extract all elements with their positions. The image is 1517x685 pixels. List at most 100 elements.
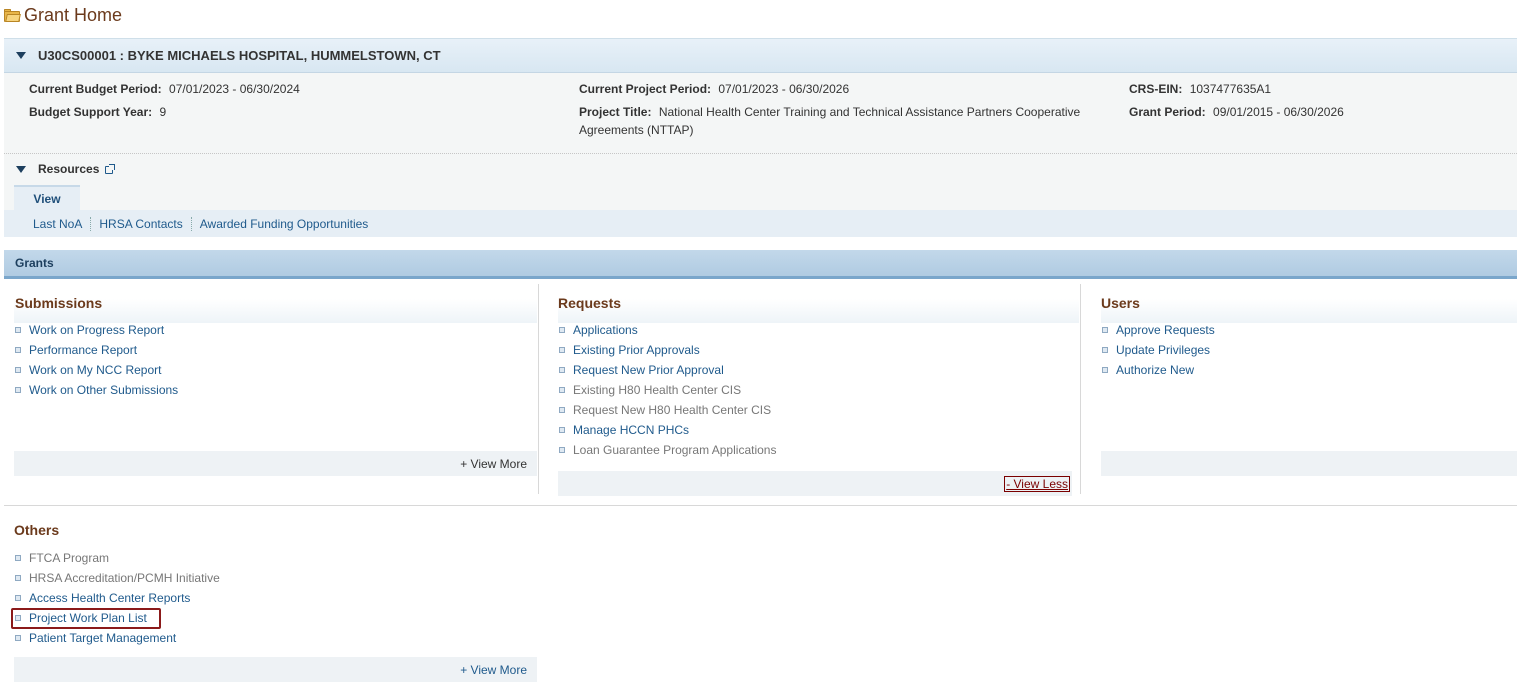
list-item: HRSA Accreditation/PCMH Initiative bbox=[14, 568, 220, 588]
last-noa-link[interactable]: Last NoA bbox=[33, 217, 82, 231]
column-divider bbox=[538, 284, 539, 494]
crs-ein-label: CRS-EIN: bbox=[1129, 82, 1183, 96]
list-item[interactable]: Work on My NCC Report bbox=[14, 360, 537, 380]
project-title-label: Project Title: bbox=[579, 105, 652, 119]
applications-link[interactable]: Applications bbox=[573, 323, 638, 337]
tab-view[interactable]: View bbox=[14, 185, 80, 210]
crs-ein-value: 1037477635A1 bbox=[1189, 82, 1272, 96]
bullet-icon bbox=[15, 635, 21, 641]
list-item[interactable]: Access Health Center Reports bbox=[14, 588, 220, 608]
submissions-column: Submissions Work on Progress Report Perf… bbox=[14, 283, 537, 400]
crs-ein: CRS-EIN: 1037477635A1 bbox=[1129, 80, 1271, 98]
manage-hccn-phcs-link[interactable]: Manage HCCN PHCs bbox=[573, 423, 689, 437]
list-item[interactable]: Applications bbox=[558, 320, 1079, 340]
users-column: Users Approve Requests Update Privileges… bbox=[1101, 283, 1517, 380]
section-divider bbox=[4, 505, 1517, 506]
bullet-icon bbox=[559, 347, 565, 353]
grant-panel: U30CS00001 : BYKE MICHAELS HOSPITAL, HUM… bbox=[4, 38, 1517, 237]
resources-label[interactable]: Resources bbox=[38, 162, 99, 176]
bullet-icon bbox=[15, 367, 21, 373]
hrsa-contacts-link[interactable]: HRSA Contacts bbox=[99, 217, 182, 231]
request-new-prior-approval-link[interactable]: Request New Prior Approval bbox=[573, 363, 724, 377]
bullet-icon bbox=[1102, 367, 1108, 373]
requests-view-less-link[interactable]: - View Less bbox=[1004, 475, 1070, 492]
patient-target-management-link[interactable]: Patient Target Management bbox=[29, 631, 176, 645]
project-title-value-line1: National Health Center Training and Tech… bbox=[658, 105, 1081, 119]
link-separator bbox=[190, 216, 192, 231]
collapse-triangle-icon[interactable] bbox=[16, 52, 26, 59]
list-item[interactable]: Work on Other Submissions bbox=[14, 380, 537, 400]
highlight-annotation-box bbox=[11, 608, 161, 629]
resources-divider bbox=[4, 153, 1517, 154]
current-budget-period: Current Budget Period: 07/01/2023 - 06/3… bbox=[29, 80, 300, 98]
grant-header-title: U30CS00001 : BYKE MICHAELS HOSPITAL, HUM… bbox=[38, 48, 441, 63]
existing-prior-approvals-link[interactable]: Existing Prior Approvals bbox=[573, 343, 700, 357]
resources-collapse-icon[interactable] bbox=[16, 165, 26, 173]
requests-list: Applications Existing Prior Approvals Re… bbox=[558, 320, 1079, 460]
list-item[interactable]: Existing Prior Approvals bbox=[558, 340, 1079, 360]
grant-period-label: Grant Period: bbox=[1129, 105, 1206, 119]
bullet-icon bbox=[15, 347, 21, 353]
bullet-icon bbox=[15, 555, 21, 561]
others-title: Others bbox=[14, 522, 60, 538]
list-item[interactable]: Work on Progress Report bbox=[14, 320, 537, 340]
bullet-icon bbox=[1102, 347, 1108, 353]
folder-icon bbox=[4, 9, 21, 22]
current-project-period: Current Project Period: 07/01/2023 - 06/… bbox=[579, 80, 849, 98]
project-title: Project Title: National Health Center Tr… bbox=[579, 103, 1099, 139]
others-view-more-link[interactable]: + View More bbox=[460, 663, 527, 677]
list-item[interactable]: Approve Requests bbox=[1101, 320, 1517, 340]
list-item[interactable]: Performance Report bbox=[14, 340, 537, 360]
list-item[interactable]: Request New Prior Approval bbox=[558, 360, 1079, 380]
bullet-icon bbox=[559, 387, 565, 393]
awarded-funding-opportunities-link[interactable]: Awarded Funding Opportunities bbox=[200, 217, 369, 231]
column-divider bbox=[1080, 284, 1081, 494]
current-project-period-value: 07/01/2023 - 06/30/2026 bbox=[718, 82, 850, 96]
work-on-other-submissions-link[interactable]: Work on Other Submissions bbox=[29, 383, 178, 397]
current-budget-period-label: Current Budget Period: bbox=[29, 82, 162, 96]
list-item: FTCA Program bbox=[14, 548, 220, 568]
list-item[interactable]: Authorize New bbox=[1101, 360, 1517, 380]
list-item[interactable]: Manage HCCN PHCs bbox=[558, 420, 1079, 440]
users-title: Users bbox=[1101, 283, 1517, 323]
grants-section-bar: Grants bbox=[4, 250, 1517, 279]
performance-report-link[interactable]: Performance Report bbox=[29, 343, 137, 357]
ftca-program-link: FTCA Program bbox=[29, 551, 110, 565]
bullet-icon bbox=[559, 367, 565, 373]
access-health-center-reports-link[interactable]: Access Health Center Reports bbox=[29, 591, 190, 605]
bullet-icon bbox=[559, 447, 565, 453]
submissions-list: Work on Progress Report Performance Repo… bbox=[14, 320, 537, 400]
grant-period: Grant Period: 09/01/2015 - 06/30/2026 bbox=[1129, 103, 1344, 121]
bullet-icon bbox=[15, 327, 21, 333]
grant-header[interactable]: U30CS00001 : BYKE MICHAELS HOSPITAL, HUM… bbox=[4, 39, 1517, 73]
others-list: FTCA Program HRSA Accreditation/PCMH Ini… bbox=[14, 548, 220, 648]
existing-h80-cis-link: Existing H80 Health Center CIS bbox=[573, 383, 742, 397]
requests-column: Requests Applications Existing Prior App… bbox=[558, 283, 1079, 460]
bullet-icon bbox=[559, 327, 565, 333]
submissions-title: Submissions bbox=[14, 283, 537, 323]
resources-toggle[interactable]: Resources bbox=[16, 162, 116, 176]
bullet-icon bbox=[559, 407, 565, 413]
current-project-period-label: Current Project Period: bbox=[579, 82, 712, 96]
resources-links: Last NoA HRSA Contacts Awarded Funding O… bbox=[4, 210, 1517, 237]
budget-support-year-value: 9 bbox=[159, 105, 167, 119]
work-on-progress-report-link[interactable]: Work on Progress Report bbox=[29, 323, 164, 337]
list-item[interactable]: Update Privileges bbox=[1101, 340, 1517, 360]
authorize-new-link[interactable]: Authorize New bbox=[1116, 363, 1194, 377]
external-link-icon[interactable] bbox=[105, 164, 116, 174]
bullet-icon bbox=[15, 387, 21, 393]
users-list: Approve Requests Update Privileges Autho… bbox=[1101, 320, 1517, 380]
approve-requests-link[interactable]: Approve Requests bbox=[1116, 323, 1215, 337]
bullet-icon bbox=[1102, 327, 1108, 333]
update-privileges-link[interactable]: Update Privileges bbox=[1116, 343, 1210, 357]
list-item: Existing H80 Health Center CIS bbox=[558, 380, 1079, 400]
submissions-view-more-link[interactable]: + View More bbox=[460, 457, 527, 471]
requests-footer: - View Less bbox=[558, 471, 1072, 496]
grant-period-value: 09/01/2015 - 06/30/2026 bbox=[1213, 105, 1344, 119]
page-title: Grant Home bbox=[24, 5, 123, 25]
list-item[interactable]: Patient Target Management bbox=[14, 628, 220, 648]
work-on-ncc-report-link[interactable]: Work on My NCC Report bbox=[29, 363, 161, 377]
current-budget-period-value: 07/01/2023 - 06/30/2024 bbox=[169, 82, 300, 96]
budget-support-year: Budget Support Year: 9 bbox=[29, 103, 166, 121]
users-footer bbox=[1101, 451, 1517, 476]
